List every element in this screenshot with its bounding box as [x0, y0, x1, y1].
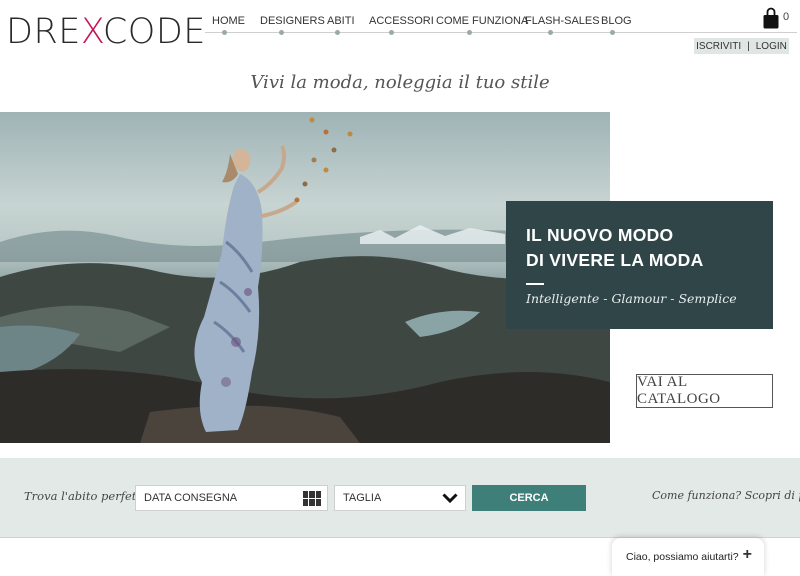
- how-it-works-link[interactable]: Come funziona? Scopri di più: [652, 489, 800, 502]
- promo-subtitle: Intelligente - Glamour - Semplice: [526, 291, 737, 306]
- dress-search-bar: Trova l'abito perfetto DATA CONSEGNA TAG…: [0, 458, 800, 538]
- logo-text-left: DRE: [6, 12, 81, 52]
- delivery-date-value: DATA CONSEGNA: [144, 492, 238, 504]
- plus-icon[interactable]: +: [743, 546, 752, 564]
- size-select-value: TAGLIA: [343, 492, 382, 504]
- nav-dot: [610, 30, 615, 35]
- chat-label: Ciao, possiamo aiutarti?: [626, 551, 739, 563]
- nav-blog[interactable]: BLOG: [601, 15, 632, 27]
- logo-x: X: [80, 12, 103, 52]
- account-links: ISCRIVITI | LOGIN: [694, 38, 789, 54]
- search-button[interactable]: CERCA: [472, 485, 586, 511]
- size-select[interactable]: TAGLIA: [334, 485, 466, 511]
- logo-text-right: CODE: [102, 12, 206, 52]
- chevron-down-icon[interactable]: [442, 493, 458, 503]
- nav-flash-sales[interactable]: FLASH-SALES: [525, 15, 600, 27]
- nav-accessori[interactable]: ACCESSORI: [369, 15, 434, 27]
- promo-title-line1: IL NUOVO MODO: [526, 225, 674, 245]
- main-nav: HOME DESIGNERS ABITI ACCESSORI COME FUNZ…: [205, 15, 795, 35]
- nav-home[interactable]: HOME: [212, 15, 245, 27]
- nav-dot: [389, 30, 394, 35]
- tagline: Vivi la moda, noleggia il tuo stile: [250, 72, 550, 93]
- search-label: Trova l'abito perfetto: [24, 489, 148, 503]
- delivery-date-field[interactable]: DATA CONSEGNA: [135, 485, 328, 511]
- login-link[interactable]: LOGIN: [756, 41, 787, 52]
- drexcode-logo[interactable]: DREXCODE: [6, 12, 206, 52]
- nav-designers[interactable]: DESIGNERS: [260, 15, 325, 27]
- calendar-grid-icon[interactable]: [303, 491, 321, 506]
- chat-widget[interactable]: Ciao, possiamo aiutarti? +: [612, 538, 764, 576]
- nav-dot: [222, 30, 227, 35]
- shopping-bag-icon[interactable]: [763, 7, 779, 29]
- nav-dot: [548, 30, 553, 35]
- promo-title-line2: DI VIVERE LA MODA: [526, 250, 704, 270]
- nav-abiti[interactable]: ABITI: [327, 15, 355, 27]
- promo-divider: [526, 283, 544, 285]
- nav-come-funziona[interactable]: COME FUNZIONA: [436, 15, 528, 27]
- nav-dot: [335, 30, 340, 35]
- signup-link[interactable]: ISCRIVITI: [696, 41, 741, 52]
- nav-dot: [279, 30, 284, 35]
- cart-count: 0: [783, 11, 790, 23]
- auth-separator: |: [747, 40, 750, 52]
- nav-dot: [467, 30, 472, 35]
- catalog-button[interactable]: VAI AL CATALOGO: [636, 374, 773, 408]
- hero-promo-box: IL NUOVO MODO DI VIVERE LA MODA Intellig…: [506, 201, 773, 329]
